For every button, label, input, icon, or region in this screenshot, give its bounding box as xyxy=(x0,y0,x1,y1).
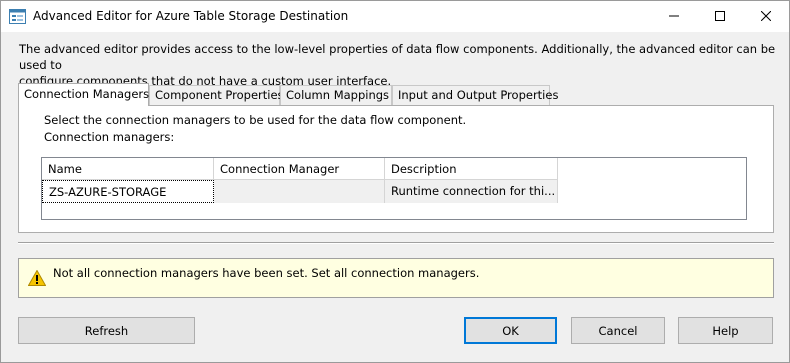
minimize-button[interactable] xyxy=(651,1,697,32)
column-header-name[interactable]: Name xyxy=(42,158,214,180)
help-button[interactable]: Help xyxy=(678,317,773,344)
minimize-icon xyxy=(669,10,679,24)
description-line-1: The advanced editor provides access to t… xyxy=(19,42,776,72)
connection-managers-panel: Select the connection managers to be use… xyxy=(18,105,774,233)
grid-label: Connection managers: xyxy=(44,130,175,144)
tab-input-output-properties[interactable]: Input and Output Properties xyxy=(392,85,558,105)
cell-description[interactable]: Runtime connection for thi... xyxy=(385,180,558,203)
tab-column-mappings[interactable]: Column Mappings xyxy=(280,85,392,105)
editor-description: The advanced editor provides access to t… xyxy=(19,41,779,89)
title-bar[interactable]: Advanced Editor for Azure Table Storage … xyxy=(1,1,789,32)
warning-text: Not all connection managers have been se… xyxy=(53,266,480,280)
ok-button[interactable]: OK xyxy=(464,317,557,344)
cancel-button[interactable]: Cancel xyxy=(571,317,665,344)
close-icon xyxy=(760,10,772,24)
warning-icon xyxy=(27,269,47,286)
panel-instruction: Select the connection managers to be use… xyxy=(44,113,467,127)
refresh-button[interactable]: Refresh xyxy=(18,317,195,344)
tab-connection-managers[interactable]: Connection Managers xyxy=(18,83,149,106)
maximize-icon xyxy=(715,10,725,24)
connection-managers-grid[interactable]: Name Connection Manager Description ZS-A… xyxy=(41,157,747,220)
separator xyxy=(18,242,774,244)
table-row[interactable]: ZS-AZURE-STORAGE Runtime connection for … xyxy=(42,180,558,203)
column-header-connection-manager[interactable]: Connection Manager xyxy=(214,158,385,180)
maximize-button[interactable] xyxy=(697,1,743,32)
advanced-editor-dialog: Advanced Editor for Azure Table Storage … xyxy=(0,0,790,363)
close-button[interactable] xyxy=(743,1,789,32)
grid-header: Name Connection Manager Description xyxy=(42,158,558,180)
tab-component-properties[interactable]: Component Properties xyxy=(149,85,284,105)
cell-name[interactable]: ZS-AZURE-STORAGE xyxy=(42,180,214,203)
app-icon xyxy=(9,9,26,24)
window-title: Advanced Editor for Azure Table Storage … xyxy=(33,9,349,23)
column-header-description[interactable]: Description xyxy=(385,158,558,180)
warning-message-box: Not all connection managers have been se… xyxy=(18,258,774,298)
cell-connection-manager[interactable] xyxy=(214,180,385,203)
